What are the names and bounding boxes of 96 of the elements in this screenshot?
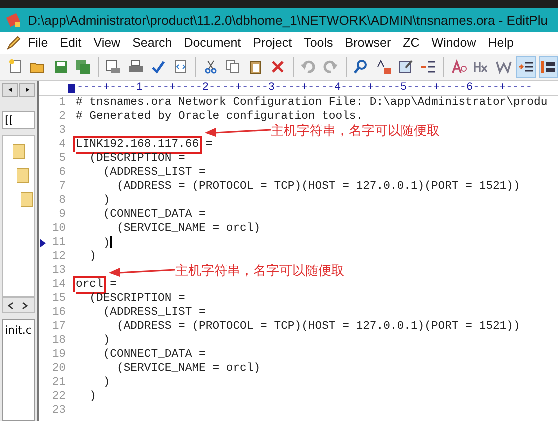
- line-number: 9: [59, 209, 66, 221]
- copy-icon: [225, 59, 242, 75]
- column-select-button[interactable]: [538, 56, 558, 78]
- menu-item[interactable]: Project: [247, 36, 298, 50]
- drive-dropdown[interactable]: [[: [2, 111, 35, 129]
- code-text: (ADDRESS = (PROTOCOL = TCP)(HOST = 127.0.0.1)(PORT = 1521)): [116, 181, 520, 193]
- line-number: 6: [59, 167, 66, 179]
- line-number: 8: [59, 195, 66, 207]
- menu-item[interactable]: Browser: [339, 36, 398, 50]
- code-text: ): [102, 238, 110, 250]
- new-file-icon: [8, 59, 24, 75]
- pencil-icon: [6, 35, 22, 51]
- app-icon: [6, 12, 22, 28]
- menu-item[interactable]: Edit: [54, 36, 88, 50]
- window-title: D:\app\Administrator\product\11.2.0\dbhome_1\NETWORK\ADMIN\tnsnames.ora - EditPlu: [28, 12, 548, 28]
- text-cursor: [110, 236, 112, 248]
- redo-icon: [322, 59, 339, 75]
- menu-item[interactable]: File: [22, 36, 54, 50]
- ruler-cursor-marker: [68, 84, 75, 92]
- line-number: 15: [52, 293, 66, 305]
- print-preview-icon: [105, 59, 122, 75]
- menu-item[interactable]: Document: [178, 36, 248, 50]
- spellcheck-icon: [150, 59, 166, 75]
- line-number: 16: [52, 307, 66, 319]
- annotation-arrow: [205, 126, 272, 138]
- code-text: ): [102, 377, 110, 389]
- menu-item[interactable]: Search: [126, 36, 178, 50]
- triangle-icon: [6, 86, 14, 94]
- save-all-icon: [74, 59, 91, 75]
- font-size-icon: [450, 59, 467, 75]
- file-tab[interactable]: init.c: [2, 319, 35, 421]
- clipboard-icon: [248, 59, 264, 75]
- undo-icon: [300, 59, 316, 75]
- code-text: (CONNECT_DATA =: [102, 349, 206, 361]
- code-text: (ADDRESS_LIST =: [102, 307, 206, 319]
- printer-icon: [128, 59, 144, 75]
- code-text: (ADDRESS_LIST =: [102, 167, 206, 179]
- delete-icon: [270, 59, 286, 75]
- scroll-button[interactable]: [19, 83, 35, 97]
- line-number: 22: [52, 391, 66, 403]
- code-text: # tnsnames.ora Network Configuration File: D:\app\Administrator\produ: [76, 97, 548, 109]
- code-text: (DESCRIPTION =: [88, 153, 186, 165]
- save-icon: [52, 59, 69, 75]
- line-number: 18: [52, 335, 66, 347]
- highlighted-name: LINK192.168.117.66: [76, 139, 200, 151]
- line-number: 3: [59, 125, 66, 137]
- search-icon: [353, 59, 370, 75]
- line-number: 23: [52, 405, 66, 417]
- line-number: 5: [59, 153, 66, 165]
- indent-button[interactable]: [516, 56, 536, 78]
- line-number: 12: [52, 251, 66, 263]
- line-number: 14: [52, 279, 66, 291]
- scroll-button[interactable]: [2, 83, 18, 97]
- column-select-icon: [540, 59, 556, 75]
- scissors-icon: [202, 59, 219, 75]
- line-number: 11: [52, 237, 66, 249]
- line-number: 20: [52, 363, 66, 375]
- highlighted-name: orcl: [76, 279, 104, 291]
- numbered-list-icon: [420, 59, 436, 75]
- code-text: ): [88, 251, 97, 263]
- line-number: 4: [59, 139, 66, 151]
- line-number: 7: [59, 181, 66, 193]
- indent-icon: [518, 59, 534, 75]
- annotation-arrow: [109, 266, 176, 278]
- line-number: 10: [52, 223, 66, 235]
- code-text: (SERVICE_NAME = orcl): [116, 223, 261, 235]
- code-text: (CONNECT_DATA =: [102, 209, 206, 221]
- code-text: (DESCRIPTION =: [88, 293, 186, 305]
- annotation-label: 主机字符串，名字可以随便取: [175, 265, 344, 279]
- code-text: =: [204, 139, 213, 151]
- line-number: 2: [59, 111, 66, 123]
- menu-item[interactable]: Window: [426, 36, 482, 50]
- code-text: ): [88, 391, 97, 403]
- window-edit-icon: [398, 59, 414, 75]
- browser-icon: [172, 59, 189, 75]
- line-number: 17: [52, 321, 66, 333]
- horizontal-scrollbar[interactable]: [2, 297, 35, 313]
- code-text: ): [102, 335, 110, 347]
- menu-item[interactable]: ZC: [397, 36, 426, 50]
- replace-icon: [376, 59, 392, 75]
- code-text: =: [109, 279, 118, 291]
- line-number: 21: [52, 377, 66, 389]
- hex-view-icon: [473, 59, 490, 75]
- menu-item[interactable]: View: [88, 36, 127, 50]
- menu-item[interactable]: Help: [482, 36, 520, 50]
- code-text: # Generated by Oracle configuration tools.: [76, 111, 364, 123]
- line-number: 13: [52, 265, 66, 277]
- line-number: 19: [52, 349, 66, 361]
- code-text: (SERVICE_NAME = orcl): [116, 363, 261, 375]
- code-text: (ADDRESS = (PROTOCOL = TCP)(HOST = 127.0.0.1)(PORT = 1521)): [116, 321, 520, 333]
- code-text: ): [102, 195, 110, 207]
- annotation-label: 主机字符串，名字可以随便取: [271, 125, 440, 139]
- word-wrap-icon: [496, 59, 512, 75]
- line-number: 1: [59, 97, 66, 109]
- column-ruler: ----+----1----+----2----+----3----+----4----+----5----+----6----+----: [76, 81, 532, 95]
- menu-item[interactable]: Tools: [298, 36, 340, 50]
